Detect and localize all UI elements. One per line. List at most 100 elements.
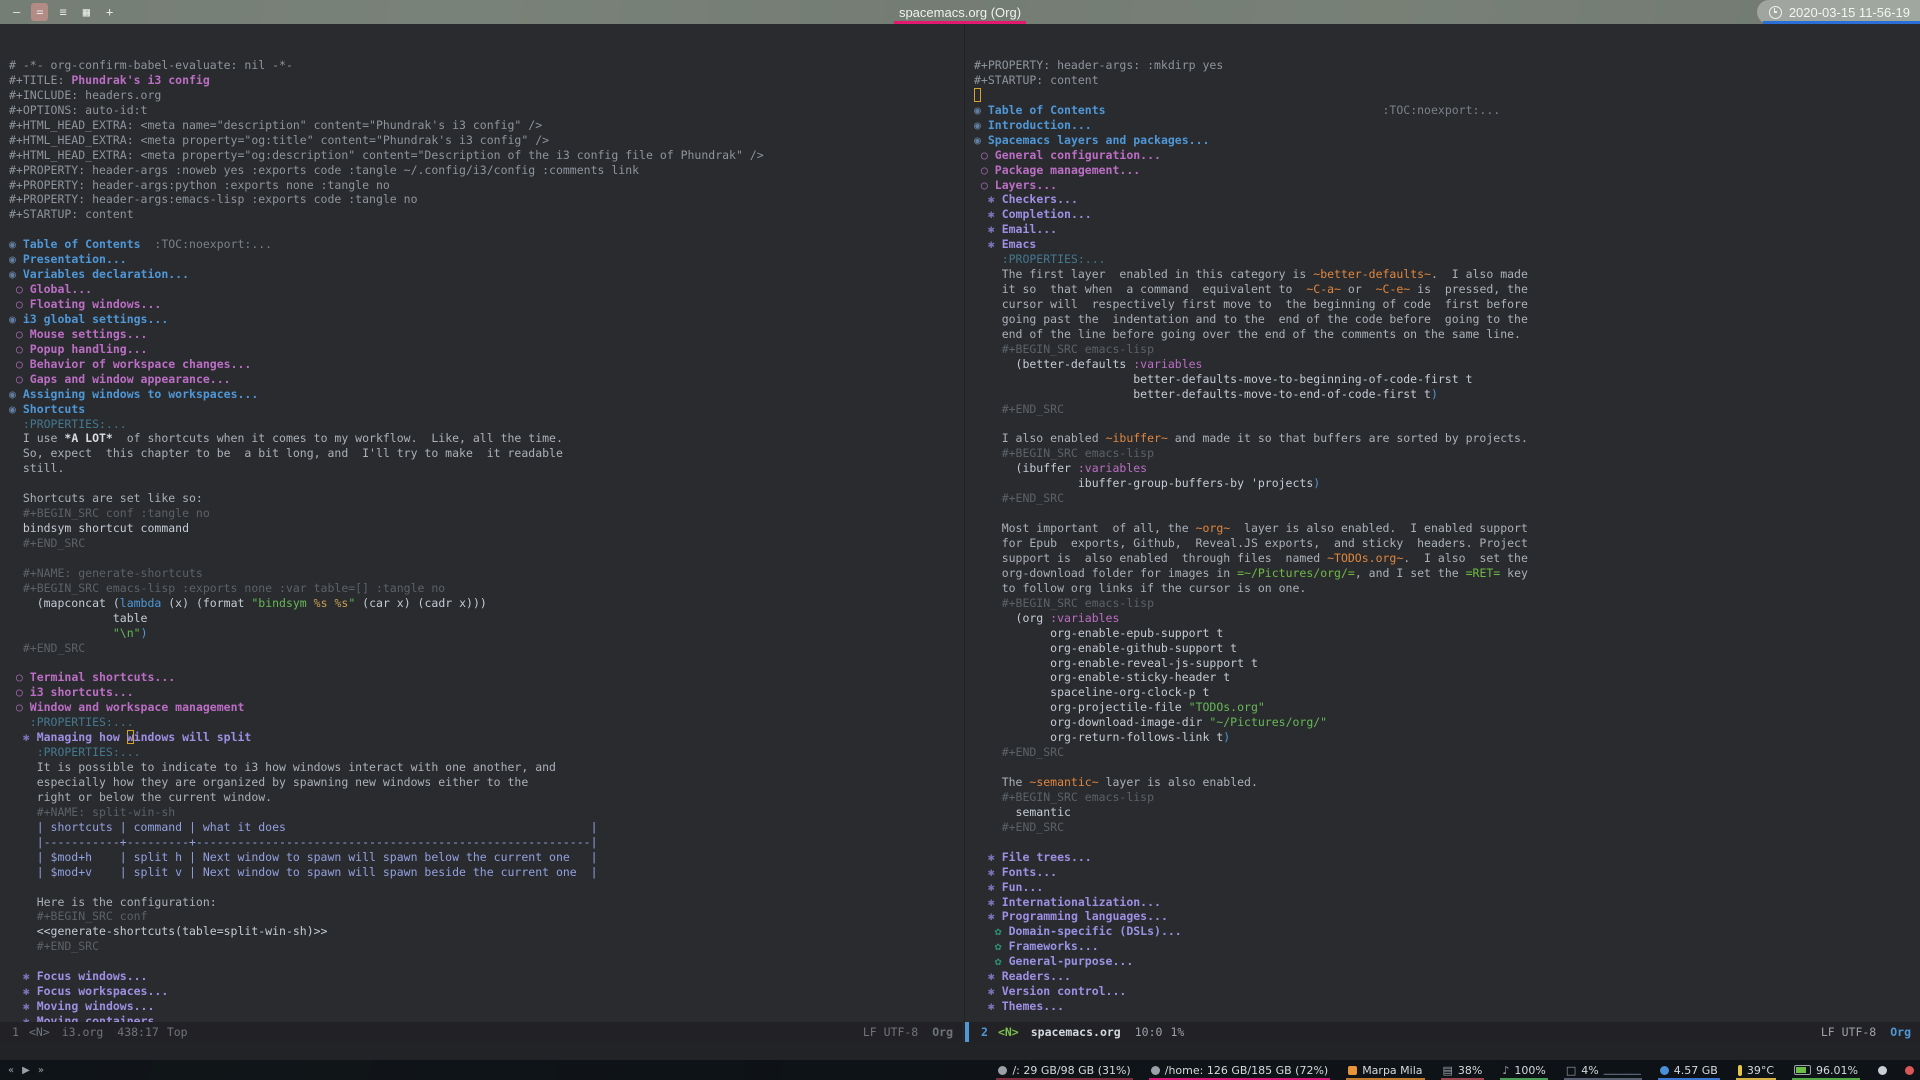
volume-module[interactable]: ♪ 100% bbox=[1500, 1060, 1547, 1080]
i3-titlebar: — = ≡ ▦ + spacemacs.org (Org) 2020-03-15 11-… bbox=[0, 0, 1920, 24]
editor-line: #+TITLE: Phundrak's i3 config bbox=[9, 72, 210, 87]
editor-line: ✱ Programming languages... bbox=[974, 909, 1168, 924]
ram-used-module[interactable]: 4.57 GB bbox=[1658, 1060, 1720, 1080]
editor-line: #+END_SRC bbox=[9, 536, 86, 550]
editor-line: # -*- org-confirm-babel-evaluate: nil -*… bbox=[9, 58, 293, 72]
tray-icon-1[interactable] bbox=[1878, 1065, 1887, 1075]
editor-line: better-defaults-move-to-beginning-of-cod… bbox=[974, 371, 1473, 386]
editor-line: for Epub exports, Github, Reveal.JS expo… bbox=[974, 536, 1528, 550]
editor-line: (better-defaults :variables bbox=[974, 356, 1203, 371]
battery-value: 96.01% bbox=[1816, 1063, 1858, 1077]
editor-line: #+END_SRC bbox=[974, 745, 1065, 760]
editor-line: ✱ Focus workspaces... bbox=[9, 984, 169, 999]
editor-line: #+STARTUP: content bbox=[974, 72, 1099, 87]
editor-line: #+OPTIONS: auto-id:t bbox=[9, 102, 148, 117]
editor-line: org-projectile-file "TODOs.org" bbox=[974, 700, 1265, 715]
titlebar-layout-icons: — = ≡ ▦ + bbox=[8, 0, 118, 24]
editor-line: ○ Behavior of workspace changes... bbox=[9, 356, 252, 371]
media-next-icon[interactable]: » bbox=[38, 1065, 44, 1076]
editor-line: The ~semantic~ layer is also enabled. bbox=[974, 775, 1258, 789]
editor-line: ibuffer-group-buffers-by 'projects) bbox=[974, 476, 1321, 491]
volume-value: 100% bbox=[1514, 1063, 1546, 1077]
battery-module[interactable]: 96.01% bbox=[1792, 1060, 1860, 1080]
encoding-indicator: LF UTF-8 bbox=[1820, 1025, 1877, 1039]
tray-icon-2[interactable] bbox=[1905, 1065, 1914, 1075]
editor-line: I also enabled ~ibuffer~ and made it so … bbox=[974, 431, 1528, 446]
temperature-module[interactable]: 39°C bbox=[1736, 1060, 1776, 1080]
disk-home-module[interactable]: /home: 126 GB/185 GB (72%) bbox=[1149, 1060, 1330, 1080]
temperature-value: 39°C bbox=[1746, 1063, 1775, 1077]
editor-line: ✱ Emacs bbox=[974, 237, 1037, 252]
editor-line: it so that when a command equivalent to … bbox=[974, 282, 1528, 297]
cpu-module[interactable]: □ 4% ▁▁▁▁▁▁▁ bbox=[1564, 1060, 1642, 1080]
major-mode: Org bbox=[932, 1025, 953, 1039]
editor-line: ◉ Presentation... bbox=[9, 252, 127, 267]
evil-state-indicator: <N> bbox=[28, 1025, 50, 1039]
editor-line: still. bbox=[9, 461, 65, 476]
cpu-value: 4% bbox=[1581, 1063, 1599, 1077]
editor-line: org-enable-sticky-header t bbox=[974, 670, 1231, 685]
left-buffer-text[interactable]: # -*- org-confirm-babel-evaluate: nil -*… bbox=[9, 58, 963, 1029]
editor-line: | shortcuts | command | what it does | bbox=[9, 819, 598, 834]
editor-line: :PROPERTIES:... bbox=[974, 252, 1106, 267]
editor-line: <<generate-shortcuts(table=split-win-sh)… bbox=[9, 924, 328, 939]
buffer-name: i3.org bbox=[61, 1025, 104, 1039]
editor-line: #+END_SRC bbox=[974, 819, 1065, 834]
editor-line: It is possible to indicate to i3 how win… bbox=[9, 760, 556, 775]
editor-line: #+END_SRC bbox=[974, 401, 1065, 416]
editor-line: #+PROPERTY: header-args: :mkdirp yes bbox=[974, 58, 1224, 72]
clock-module[interactable]: 2020-03-15 11-56-19 bbox=[1756, 0, 1920, 24]
editor-line: ○ Floating windows... bbox=[9, 297, 162, 311]
editor-line: |-----------+---------+-----------------… bbox=[9, 834, 598, 849]
cursor-position: 10:0 bbox=[1134, 1025, 1163, 1039]
layout-grid-icon[interactable]: ▦ bbox=[78, 3, 95, 21]
cpu-icon: □ bbox=[1565, 1063, 1577, 1077]
right-editor-window[interactable]: #+PROPERTY: header-args: :mkdirp yes #+ST… bbox=[964, 24, 1920, 1042]
disk-root-value: /: 29 GB/98 GB (31%) bbox=[1012, 1063, 1131, 1077]
editor-line: table bbox=[9, 610, 148, 625]
memory-module[interactable]: ▤ 38% bbox=[1441, 1060, 1485, 1080]
layout-tabbed-icon[interactable]: ≡ bbox=[54, 3, 71, 21]
editor-line: ○ Global... bbox=[9, 282, 93, 297]
editor-line: ✱ Readers... bbox=[974, 969, 1071, 984]
editor-line: org-download folder for images in =~/Pic… bbox=[974, 565, 1528, 580]
window-number: 2 bbox=[981, 1025, 988, 1039]
right-buffer-text[interactable]: #+PROPERTY: header-args: :mkdirp yes #+ST… bbox=[974, 58, 1920, 1014]
left-editor-window[interactable]: # -*- org-confirm-babel-evaluate: nil -*… bbox=[0, 24, 963, 1042]
ram-used-icon bbox=[1659, 1065, 1669, 1075]
layout-stacking-icon[interactable]: = bbox=[31, 3, 49, 21]
editor-line: ○ i3 shortcuts... bbox=[9, 685, 134, 700]
editor-line: #+BEGIN_SRC conf bbox=[9, 909, 148, 924]
editor-line: especially how they are organized by spa… bbox=[9, 775, 529, 789]
editor-line: The first layer enabled in this category… bbox=[974, 267, 1528, 282]
editor-line: ✱ Email... bbox=[974, 222, 1058, 237]
editor-line: ○ Terminal shortcuts... bbox=[9, 670, 176, 685]
editor-line: Here is the configuration: bbox=[9, 894, 217, 909]
emacs-frame: # -*- org-confirm-babel-evaluate: nil -*… bbox=[0, 24, 1920, 1060]
editor-line: Most important of all, the ~org~ layer i… bbox=[974, 521, 1528, 536]
media-previous-icon[interactable]: « bbox=[8, 1065, 14, 1076]
editor-line: ○ Layers... bbox=[974, 177, 1058, 192]
editor-line: #+PROPERTY: header-args :noweb yes :expo… bbox=[9, 162, 640, 177]
window-number: 1 bbox=[12, 1025, 19, 1039]
editor-line: #+END_SRC bbox=[9, 939, 100, 954]
editor-line: bindsym shortcut command bbox=[9, 521, 190, 536]
media-play-icon[interactable]: ▶ bbox=[22, 1065, 30, 1076]
editor-line: ◉ Table of Contents :TOC:noexport:... bbox=[974, 102, 1501, 117]
editor-line: ✱ File trees... bbox=[974, 849, 1092, 864]
editor-line: ◉ Shortcuts bbox=[9, 401, 86, 416]
memory-value: 38% bbox=[1457, 1063, 1483, 1077]
editor-line: to follow org links if the cursor is on … bbox=[974, 580, 1307, 595]
layout-splith-icon[interactable]: — bbox=[8, 3, 25, 21]
new-window-icon[interactable]: + bbox=[101, 3, 118, 21]
editor-line: (mapconcat (lambda (x) (format "bindsym … bbox=[9, 595, 487, 610]
editor-line: org-return-follows-link t) bbox=[974, 730, 1231, 745]
editor-line: #+END_SRC bbox=[9, 640, 86, 655]
disk-root-module[interactable]: /: 29 GB/98 GB (31%) bbox=[996, 1060, 1132, 1080]
editor-line: #+STARTUP: content bbox=[9, 207, 134, 222]
music-track-module[interactable]: Marpa Mila bbox=[1346, 1060, 1424, 1080]
